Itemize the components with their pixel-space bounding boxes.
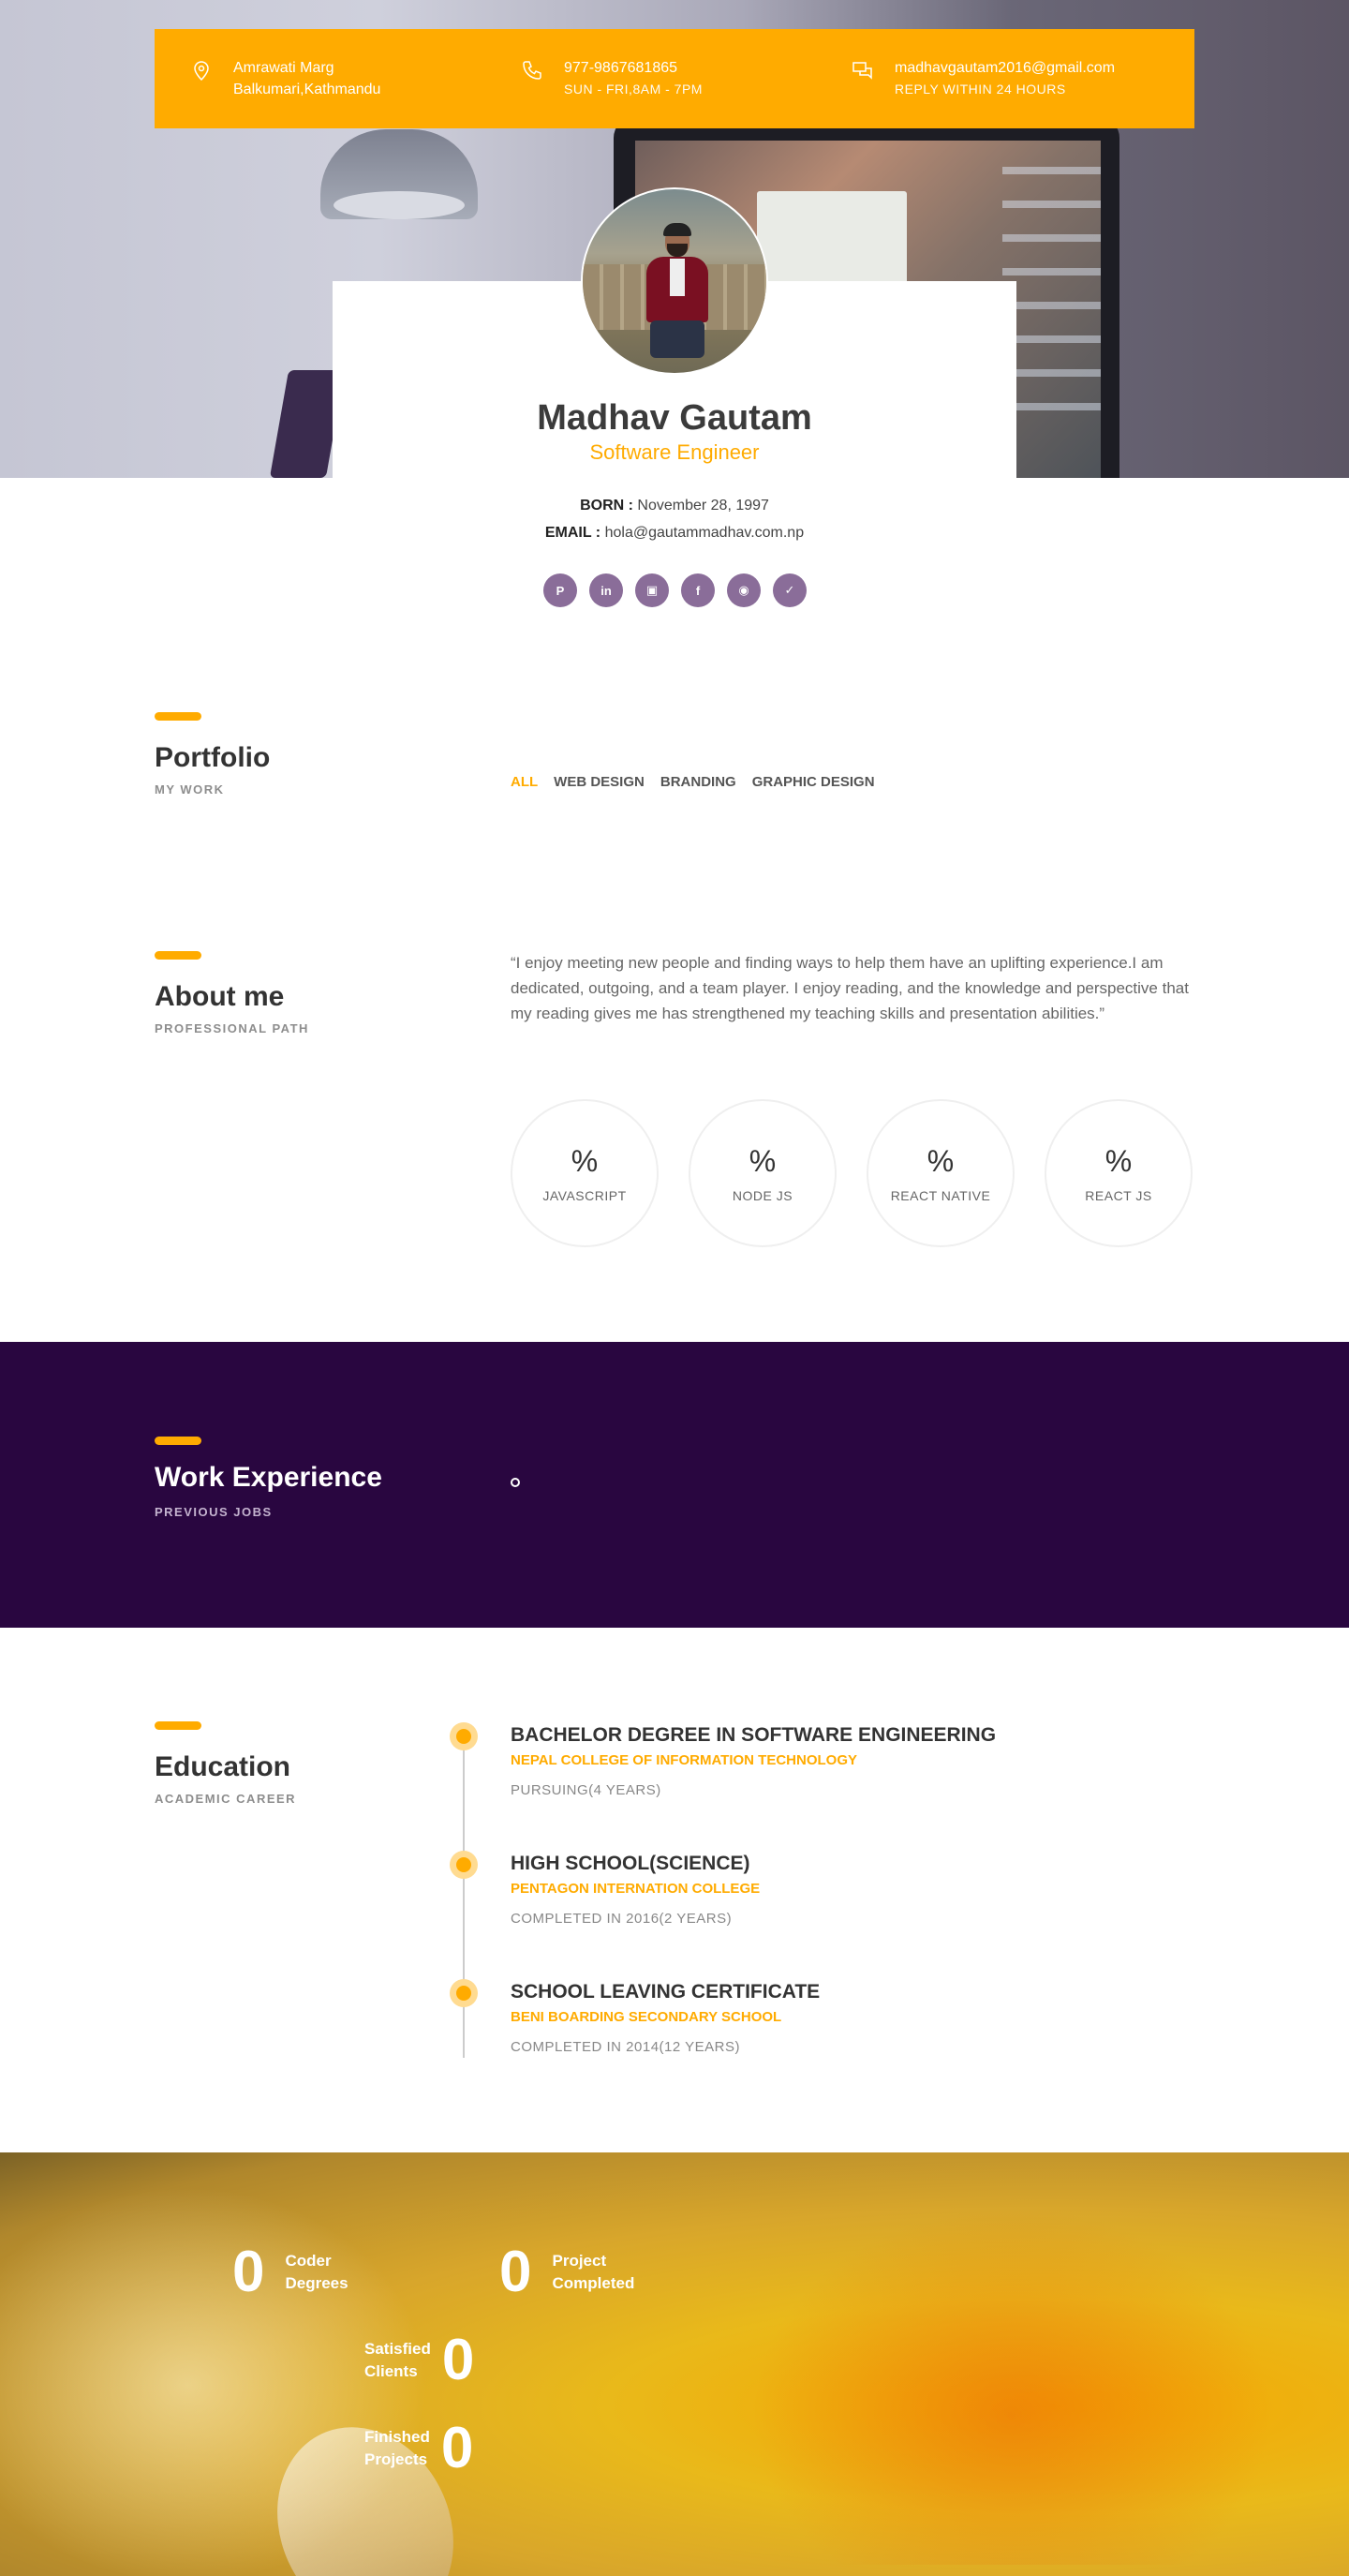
edu-degree: SCHOOL LEAVING CERTIFICATE	[511, 1981, 821, 2003]
skill-label: JAVASCRIPT	[542, 1187, 627, 1203]
portfolio-title: Portfolio	[155, 742, 271, 773]
section-accent-bar	[155, 1437, 201, 1445]
section-accent-bar	[155, 1721, 201, 1730]
stat-number: 0	[499, 2240, 532, 2304]
email-label: EMAIL :	[544, 525, 601, 541]
github-icon[interactable]: ◉	[727, 573, 761, 607]
profile-role: Software Engineer	[589, 440, 760, 464]
skill-label: REACT JS	[1085, 1187, 1152, 1203]
skill-percent: %	[927, 1143, 955, 1178]
facebook-icon[interactable]: f	[681, 573, 715, 607]
education-subtitle: ACADEMIC CAREER	[155, 1792, 297, 1806]
location-pin-icon	[194, 61, 209, 82]
stat-label: Coder	[285, 2252, 332, 2270]
edu-school: NEPAL COLLEGE OF INFORMATION TECHNOLOGY	[511, 1752, 857, 1768]
edu-note: COMPLETED IN 2016(2 YEARS)	[511, 1911, 733, 1927]
profile-name: Madhav Gautam	[537, 398, 812, 438]
born-line: BORN : November 28, 1997	[0, 498, 1349, 514]
stat-satisfied-clients: Satisfied Clients 0	[364, 2331, 474, 2390]
carousel-dot[interactable]	[511, 1478, 520, 1487]
skill-percent: %	[749, 1143, 777, 1178]
contact-bar: Amrawati Marg Balkumari,Kathmandu 977-98…	[155, 29, 1194, 128]
twitter-icon[interactable]: ✓	[773, 573, 807, 607]
office-hours: SUN - FRI,8AM - 7PM	[564, 82, 703, 97]
smoke-shape	[731, 2190, 1293, 2565]
edu-school: BENI BOARDING SECONDARY SCHOOL	[511, 2009, 782, 2025]
portfolio-filters: ALL WEB DESIGN BRANDING GRAPHIC DESIGN	[511, 774, 875, 790]
work-title: Work Experience	[155, 1462, 382, 1493]
filter-all[interactable]: ALL	[511, 774, 538, 790]
stat-number: 0	[441, 2328, 475, 2392]
stat-label: Finished	[364, 2428, 430, 2446]
timeline-line	[463, 1735, 465, 2058]
address-line2: Balkumari,Kathmandu	[233, 82, 381, 97]
edu-degree: HIGH SCHOOL(SCIENCE)	[511, 1853, 750, 1874]
filter-graphic-design[interactable]: GRAPHIC DESIGN	[752, 774, 875, 790]
skill-percent: %	[1104, 1143, 1133, 1178]
stat-finished-projects: Finished Projects 0	[364, 2420, 473, 2478]
chat-icon	[852, 62, 872, 80]
phone-icon	[523, 61, 541, 80]
email-value[interactable]: hola@gautammadhav.com.np	[605, 525, 805, 541]
work-subtitle: PREVIOUS JOBS	[155, 1505, 273, 1519]
avatar-hair	[663, 223, 691, 236]
pinterest-icon[interactable]: P	[543, 573, 577, 607]
social-links: P in ▣ f ◉ ✓	[543, 573, 807, 607]
stat-label: Degrees	[285, 2274, 348, 2292]
stats-section: 0 Coder Degrees 0 Project Completed Satisf…	[0, 2152, 1349, 2576]
email-address[interactable]: madhavgautam2016@gmail.com	[895, 57, 1115, 79]
work-section: Work Experience PREVIOUS JOBS	[0, 1342, 1349, 1628]
avatar-beard	[667, 244, 688, 257]
stat-label: Projects	[364, 2450, 428, 2468]
timeline-dot	[450, 1722, 478, 1750]
stat-number: 0	[232, 2240, 265, 2304]
skill-circle: % NODE JS	[689, 1099, 837, 1247]
stat-label: Satisfied	[364, 2340, 431, 2358]
portfolio-subtitle: MY WORK	[155, 782, 225, 797]
stat-label: Project	[552, 2252, 607, 2270]
avatar	[581, 187, 768, 375]
monitor-desktop-icons	[1002, 141, 1101, 431]
address-line1: Amrawati Marg	[233, 60, 334, 76]
edu-degree: BACHELOR DEGREE IN SOFTWARE ENGINEERING	[511, 1724, 997, 1746]
timeline-dot	[450, 1851, 478, 1879]
skills-list: % JAVASCRIPT % NODE JS % REACT NATIVE % REAC…	[511, 1099, 1193, 1247]
stat-number: 0	[440, 2416, 474, 2480]
reply-note: REPLY WITHIN 24 HOURS	[895, 82, 1066, 97]
born-value: November 28, 1997	[637, 498, 769, 514]
avatar-shirt	[670, 259, 685, 296]
lamp-inner	[334, 191, 465, 219]
stat-projects-completed: 0 Project Completed	[499, 2243, 634, 2301]
stat-label: Clients	[364, 2362, 418, 2380]
skill-circle: % REACT NATIVE	[867, 1099, 1015, 1247]
edu-school: PENTAGON INTERNATION COLLEGE	[511, 1881, 761, 1897]
instagram-icon[interactable]: ▣	[635, 573, 669, 607]
avatar-legs	[650, 320, 704, 358]
phone-number[interactable]: 977-9867681865	[564, 57, 703, 79]
about-subtitle: PROFESSIONAL PATH	[155, 1021, 309, 1035]
filter-branding[interactable]: BRANDING	[660, 774, 736, 790]
about-title: About me	[155, 981, 285, 1012]
skill-label: NODE JS	[732, 1187, 793, 1203]
contact-address: Amrawati Marg Balkumari,Kathmandu	[190, 57, 521, 100]
stat-label: Completed	[552, 2274, 635, 2292]
contact-email: madhavgautam2016@gmail.com REPLY WITHIN …	[852, 57, 1182, 100]
born-label: BORN :	[580, 498, 633, 514]
about-text: “I enjoy meeting new people and finding …	[511, 954, 1189, 1022]
stat-coder-degrees: 0 Coder Degrees	[232, 2243, 348, 2301]
section-accent-bar	[155, 712, 201, 721]
skill-percent: %	[571, 1143, 599, 1178]
filter-web-design[interactable]: WEB DESIGN	[554, 774, 645, 790]
skill-circle: % REACT JS	[1045, 1099, 1193, 1247]
contact-phone: 977-9867681865 SUN - FRI,8AM - 7PM	[521, 57, 852, 100]
edu-note: PURSUING(4 YEARS)	[511, 1782, 661, 1798]
skill-label: REACT NATIVE	[890, 1187, 991, 1203]
skill-circle: % JAVASCRIPT	[511, 1099, 659, 1247]
email-line: EMAIL : hola@gautammadhav.com.np	[0, 525, 1349, 542]
linkedin-icon[interactable]: in	[589, 573, 623, 607]
timeline-dot	[450, 1979, 478, 2007]
edu-note: COMPLETED IN 2014(12 YEARS)	[511, 2039, 740, 2055]
education-title: Education	[155, 1751, 291, 1782]
section-accent-bar	[155, 951, 201, 960]
